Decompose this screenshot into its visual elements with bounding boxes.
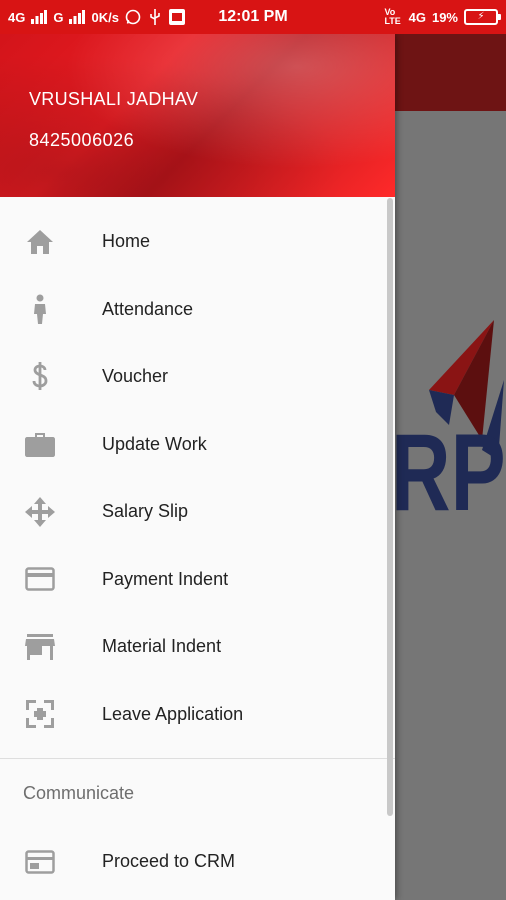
status-bar: 4G G 0K/s 12:01 PM Vo LTE 4G 19% ⚡	[0, 0, 506, 34]
signal-icon-2	[69, 10, 86, 24]
menu-item-label: Attendance	[102, 298, 194, 319]
store-icon	[24, 631, 56, 663]
menu-item-label: Home	[102, 231, 151, 252]
volte-icon: Vo LTE	[384, 7, 401, 26]
menu-item-label: Update Work	[102, 433, 207, 454]
menu-item-payment-indent[interactable]: Payment Indent	[0, 546, 395, 614]
menu-item-label: Payment Indent	[102, 568, 229, 589]
notification-app-icon	[168, 9, 185, 25]
user-phone: 8425006026	[29, 130, 135, 150]
whatsapp-icon	[125, 9, 141, 25]
drawer-scrollbar[interactable]	[387, 198, 393, 816]
menu-item-material-indent[interactable]: Material Indent	[0, 613, 395, 681]
network-4g-right-text: 4G	[408, 9, 426, 25]
credit-card-icon	[24, 563, 56, 595]
briefcase-icon	[24, 428, 56, 460]
menu-item-leave-application[interactable]: Leave Application	[0, 681, 395, 749]
menu-item-label: Salary Slip	[102, 501, 189, 522]
battery-icon: ⚡	[464, 9, 501, 25]
svg-text:RP: RP	[394, 410, 506, 533]
network-4g-text: 4G	[8, 9, 26, 25]
menu-item-label: Leave Application	[102, 703, 244, 724]
window-icon	[24, 846, 56, 878]
signal-icon	[31, 10, 48, 24]
menu-item-home[interactable]: Home	[0, 208, 395, 276]
drawer-menu: Home Attendance Voucher Update Work Sala…	[0, 197, 395, 896]
drawer-header: VRUSHALI JADHAV 8425006026	[0, 34, 395, 197]
move-arrows-icon	[24, 496, 56, 528]
network-g-text: G	[53, 9, 64, 25]
section-title-communicate: Communicate	[23, 783, 135, 803]
menu-item-update-work[interactable]: Update Work	[0, 411, 395, 479]
battery-percent: 19%	[431, 9, 458, 25]
menu-item-attendance[interactable]: Attendance	[0, 276, 395, 344]
menu-item-proceed-to-crm[interactable]: Proceed to CRM	[0, 828, 395, 896]
menu-item-salary-slip[interactable]: Salary Slip	[0, 478, 395, 546]
menu-item-voucher[interactable]: Voucher	[0, 343, 395, 411]
erp-logo: RP	[394, 320, 506, 534]
data-speed-text: 0K/s	[91, 9, 119, 25]
navigation-drawer: VRUSHALI JADHAV 8425006026 Home Attendan…	[0, 34, 395, 900]
menu-item-label: Voucher	[102, 366, 169, 387]
home-icon	[24, 226, 56, 258]
dollar-icon	[24, 361, 56, 393]
menu-item-label: Material Indent	[102, 636, 222, 657]
user-name: VRUSHALI JADHAV	[29, 89, 199, 109]
crop-frame-icon	[24, 698, 56, 730]
menu-item-label: Proceed to CRM	[102, 851, 236, 872]
usb-icon	[147, 9, 163, 25]
person-icon	[24, 293, 56, 325]
